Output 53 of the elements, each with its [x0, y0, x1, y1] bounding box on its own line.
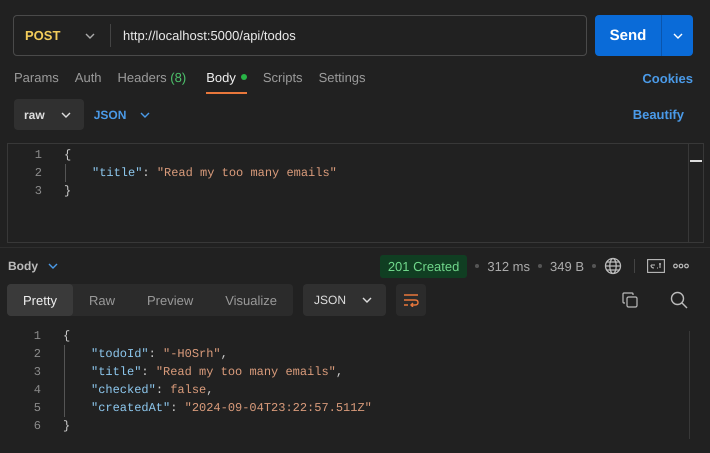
- line-number: 2: [34, 166, 43, 180]
- code-line: "createdAt": "2024-09-04T23:22:57.511Z": [64, 399, 372, 417]
- code-line: "todoId": "-H0Srh",: [64, 345, 228, 363]
- status-badge: 201 Created: [380, 254, 468, 278]
- code-line: "checked": false,: [64, 381, 214, 399]
- response-size: 349 B: [550, 258, 584, 274]
- tab[interactable]: Headers (8): [118, 64, 186, 94]
- response-time: 312 ms: [487, 258, 530, 274]
- method-dropdown[interactable]: POST: [14, 16, 110, 55]
- example-icon[interactable]: [647, 259, 665, 273]
- caret-icon: [48, 263, 58, 269]
- caret-icon: [60, 112, 71, 118]
- code-line: "title": "Read my too many emails",: [64, 363, 344, 381]
- format-dropdown[interactable]: JSON: [303, 284, 386, 316]
- search-icon[interactable]: [670, 291, 688, 309]
- code-line: }: [63, 183, 72, 200]
- request-url-bar: POST http://localhost:5000/api/todos: [13, 15, 587, 56]
- language-dropdown[interactable]: JSON: [94, 108, 150, 122]
- more-icon[interactable]: [673, 263, 689, 269]
- line-number: 5: [32, 401, 42, 415]
- tab[interactable]: Params: [14, 64, 59, 94]
- tab[interactable]: Auth: [74, 64, 102, 94]
- tab[interactable]: Body: [206, 64, 247, 94]
- copy-icon[interactable]: [622, 292, 638, 308]
- view-tab[interactable]: Raw: [72, 284, 131, 316]
- code-line: {: [63, 147, 72, 164]
- response-section-dropdown[interactable]: Body: [8, 259, 58, 273]
- line-number: 1: [32, 329, 42, 343]
- line-number: 4: [32, 383, 42, 397]
- caret-icon: [140, 112, 150, 118]
- line-number: 1: [34, 148, 43, 162]
- view-tab[interactable]: Pretty: [7, 284, 73, 316]
- view-tab[interactable]: Visualize: [209, 284, 294, 316]
- globe-icon[interactable]: [604, 257, 622, 275]
- line-number: 6: [32, 419, 42, 433]
- view-tab[interactable]: Preview: [130, 284, 210, 316]
- wrap-icon: [403, 293, 420, 307]
- line-number: 2: [32, 347, 42, 361]
- line-number: 3: [32, 365, 42, 379]
- beautify-link[interactable]: Beautify: [632, 107, 684, 122]
- code-line: {: [62, 328, 70, 345]
- caret-icon: [85, 32, 95, 38]
- cookies-link[interactable]: Cookies: [642, 71, 693, 86]
- wrap-lines-button[interactable]: [396, 284, 426, 316]
- body-mode-dropdown[interactable]: raw: [14, 99, 84, 130]
- line-number: 3: [34, 184, 43, 198]
- caret-icon: [362, 297, 372, 303]
- code-line: "title": "Read my too many emails": [65, 164, 337, 182]
- code-line: }: [62, 418, 70, 435]
- tab[interactable]: Settings: [318, 64, 366, 94]
- scrollbar[interactable]: [688, 144, 703, 242]
- tab[interactable]: Scripts: [262, 64, 303, 94]
- caret-icon: [672, 32, 682, 38]
